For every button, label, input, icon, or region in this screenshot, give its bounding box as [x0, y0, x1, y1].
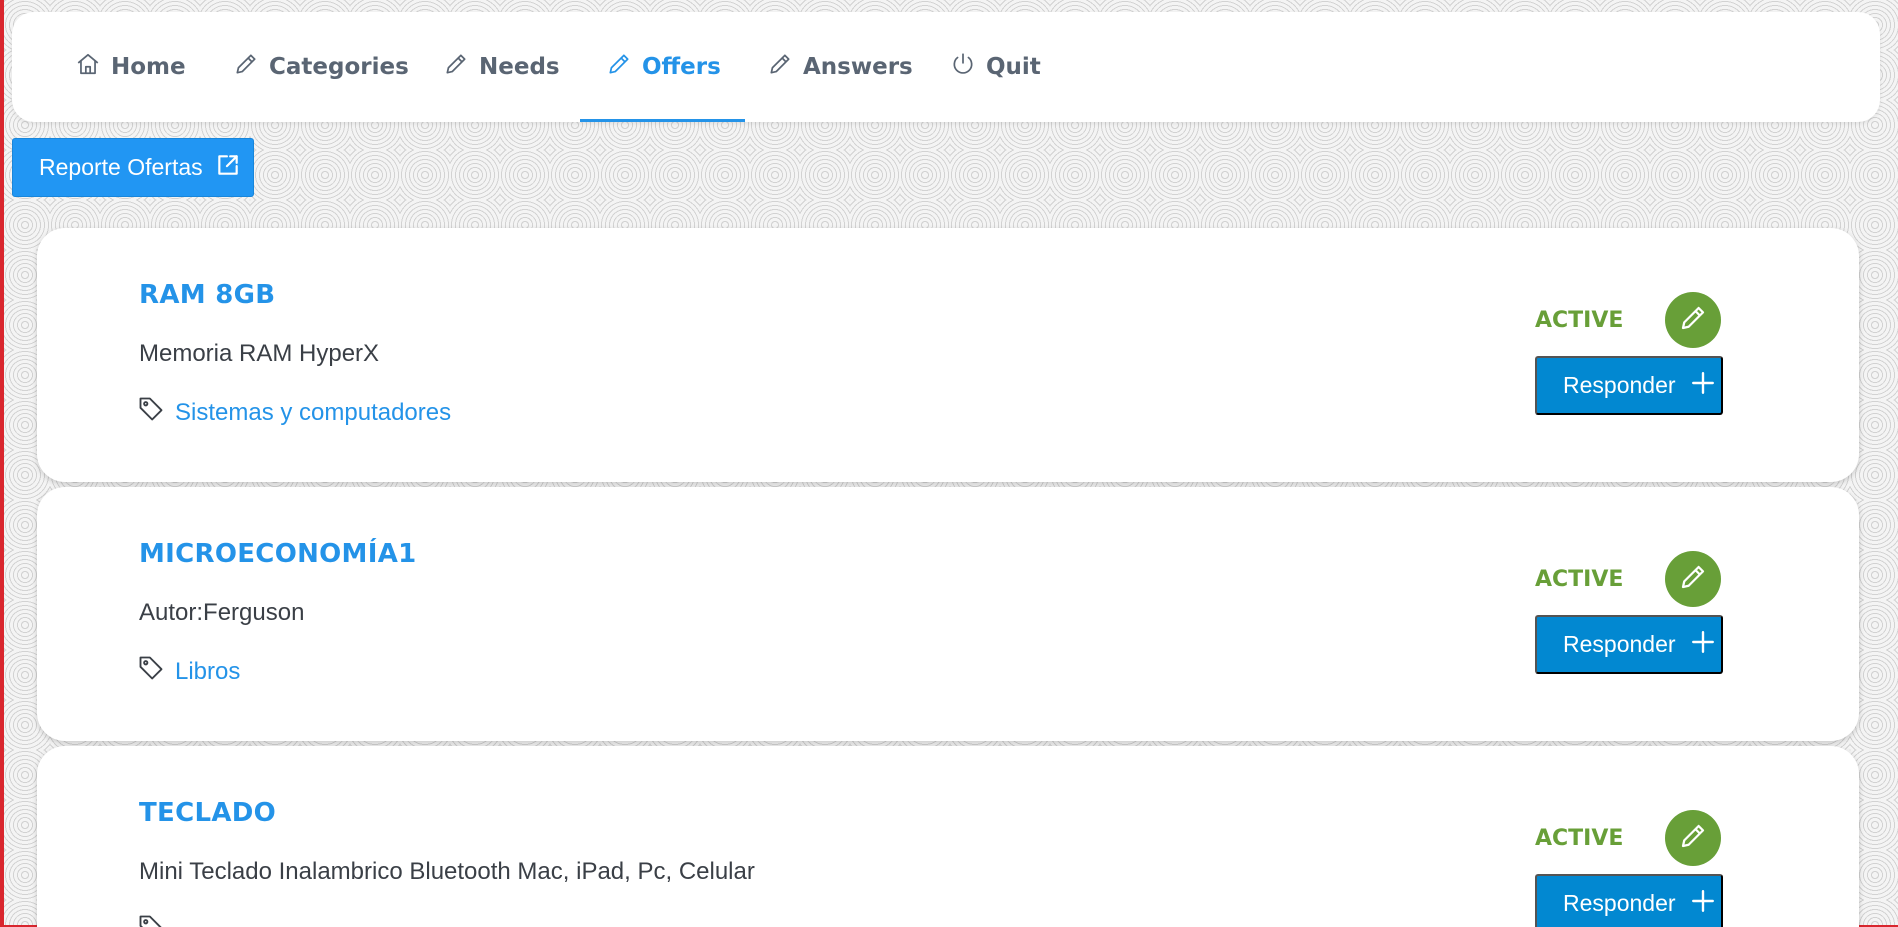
- pencil-icon: [1678, 562, 1708, 596]
- offer-title: RAM 8GB: [139, 280, 276, 310]
- respond-label: Responder: [1563, 631, 1676, 657]
- offer-category-link[interactable]: Sistemas y computadores: [175, 399, 451, 427]
- status-badge: ACTIVE: [1535, 567, 1624, 592]
- offer-category: Libros: [137, 654, 240, 689]
- offer-category-link[interactable]: Libros: [175, 658, 240, 686]
- nav-home[interactable]: Home: [75, 12, 186, 122]
- pencil-icon: [233, 51, 259, 83]
- offer-description: Autor:Ferguson: [139, 599, 305, 626]
- home-icon: [75, 51, 101, 83]
- nav-categories-label: Categories: [269, 54, 409, 80]
- edit-offer-button[interactable]: [1665, 551, 1721, 607]
- nav-quit-label: Quit: [986, 54, 1041, 80]
- tag-icon: [137, 654, 165, 689]
- plus-icon: [1690, 629, 1716, 661]
- offer-card: TECLADO Mini Teclado Inalambrico Bluetoo…: [37, 746, 1859, 927]
- report-offers-button[interactable]: Reporte Ofertas: [12, 138, 254, 197]
- pencil-icon: [443, 51, 469, 83]
- edit-offer-button[interactable]: [1665, 292, 1721, 348]
- nav-answers-label: Answers: [803, 54, 913, 80]
- plus-icon: [1690, 888, 1716, 920]
- report-offers-label: Reporte Ofertas: [39, 154, 203, 180]
- respond-label: Responder: [1563, 890, 1676, 916]
- nav-quit[interactable]: Quit: [950, 12, 1041, 122]
- pencil-icon: [1678, 303, 1708, 337]
- offer-category: Sistemas y computadores: [137, 395, 451, 430]
- offer-card: MICROECONOMÍA1 Autor:Ferguson Libros ACT…: [37, 487, 1859, 741]
- nav-categories[interactable]: Categories: [233, 12, 409, 122]
- power-icon: [950, 51, 976, 83]
- offer-title: TECLADO: [139, 798, 277, 828]
- status-badge: ACTIVE: [1535, 308, 1624, 333]
- tag-icon: [137, 395, 165, 430]
- edit-offer-button[interactable]: [1665, 810, 1721, 866]
- nav-needs-label: Needs: [479, 54, 560, 80]
- nav-needs[interactable]: Needs: [443, 12, 560, 122]
- respond-button[interactable]: Responder: [1535, 615, 1723, 674]
- nav-offers-label: Offers: [642, 54, 721, 80]
- status-badge: ACTIVE: [1535, 826, 1624, 851]
- top-navbar: Home Categories Needs Offers Answers Qui…: [12, 12, 1880, 122]
- window-edge-left: [0, 0, 4, 927]
- nav-home-label: Home: [111, 54, 186, 80]
- offer-description: Memoria RAM HyperX: [139, 340, 380, 367]
- plus-icon: [1690, 370, 1716, 402]
- nav-offers[interactable]: Offers: [580, 12, 745, 122]
- respond-button[interactable]: Responder: [1535, 874, 1723, 927]
- external-link-icon: [215, 152, 241, 184]
- offer-description: Mini Teclado Inalambrico Bluetooth Mac, …: [139, 858, 755, 885]
- offer-category: [137, 913, 175, 927]
- pencil-icon: [767, 51, 793, 83]
- nav-answers[interactable]: Answers: [767, 12, 913, 122]
- tag-icon: [137, 913, 165, 927]
- pencil-icon: [606, 51, 632, 83]
- offer-card: RAM 8GB Memoria RAM HyperX Sistemas y co…: [37, 228, 1859, 482]
- pencil-icon: [1678, 821, 1708, 855]
- respond-button[interactable]: Responder: [1535, 356, 1723, 415]
- offer-title: MICROECONOMÍA1: [139, 539, 417, 569]
- respond-label: Responder: [1563, 372, 1676, 398]
